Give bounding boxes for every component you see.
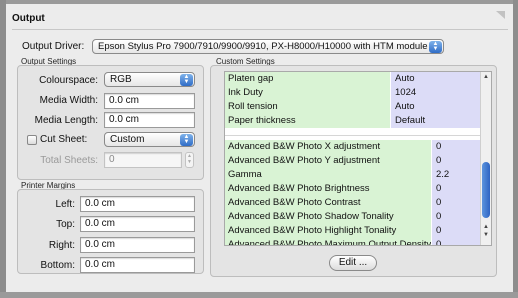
output-driver-popup[interactable]: Epson Stylus Pro 7900/7910/9900/9910, PX… <box>92 39 444 54</box>
margin-top-input[interactable]: 0.0 cm <box>80 216 195 232</box>
media-width-input[interactable]: 0.0 cm <box>104 93 195 109</box>
setting-value: 0 <box>432 182 480 196</box>
list-item[interactable]: Platen gap Auto <box>225 72 480 86</box>
setting-value: Auto <box>391 72 480 86</box>
margin-bottom-input[interactable]: 0.0 cm <box>80 257 195 273</box>
media-length-label: Media Length: <box>34 115 98 126</box>
scroll-up-top-icon[interactable]: ▲ <box>482 74 490 80</box>
collapse-corner-icon[interactable] <box>496 10 506 20</box>
colourspace-label: Colourspace: <box>39 75 98 86</box>
setting-name: Paper thickness <box>225 114 390 128</box>
list-item[interactable]: Advanced B&W Photo Y adjustment 0 <box>225 154 480 168</box>
margin-right-label: Right: <box>48 240 75 251</box>
list-divider <box>225 135 480 136</box>
setting-name: Advanced B&W Photo Maximum Output Densit… <box>225 238 431 245</box>
window-frame-right <box>513 0 518 298</box>
colourspace-value: RGB <box>110 74 132 85</box>
list-item[interactable]: Gamma 2.2 <box>225 168 480 182</box>
scroll-up-icon[interactable]: ▲ <box>482 224 490 230</box>
setting-value: 2.2 <box>432 168 480 182</box>
setting-value: 0 <box>432 210 480 224</box>
setting-name: Advanced B&W Photo Y adjustment <box>225 154 431 168</box>
list-item[interactable]: Advanced B&W Photo Shadow Tonality 0 <box>225 210 480 224</box>
popup-arrows-icon: ▲ ▼ <box>429 41 442 53</box>
cut-sheet-checkbox[interactable] <box>27 135 37 145</box>
media-width-label: Media Width: <box>39 95 98 106</box>
setting-value: Default <box>391 114 480 128</box>
margin-bottom-label: Bottom: <box>40 260 75 271</box>
setting-name: Advanced B&W Photo Highlight Tonality <box>225 224 431 238</box>
list-item[interactable]: Advanced B&W Photo Highlight Tonality 0 <box>225 224 480 238</box>
total-sheets-stepper: ▲ ▼ <box>185 152 194 168</box>
margin-top-label: Top: <box>56 219 75 230</box>
list-item[interactable]: Advanced B&W Photo X adjustment 0 <box>225 140 480 154</box>
setting-name: Advanced B&W Photo Brightness <box>225 182 431 196</box>
setting-value: 0 <box>432 196 480 210</box>
edit-button[interactable]: Edit ... <box>329 255 377 271</box>
title-divider <box>12 29 508 30</box>
total-sheets-label: Total Sheets: <box>40 155 98 166</box>
margin-left-label: Left: <box>55 199 75 210</box>
list-item[interactable]: Advanced B&W Photo Maximum Output Densit… <box>225 238 480 245</box>
setting-name: Gamma <box>225 168 431 182</box>
colourspace-popup[interactable]: RGB ▲ ▼ <box>104 72 195 87</box>
setting-name: Advanced B&W Photo Contrast <box>225 196 431 210</box>
cut-sheet-value: Custom <box>110 134 145 145</box>
list-item[interactable]: Advanced B&W Photo Brightness 0 <box>225 182 480 196</box>
list-item[interactable]: Paper thickness Default <box>225 114 480 128</box>
cut-sheet-label: Cut Sheet: <box>40 134 88 145</box>
cut-sheet-popup[interactable]: Custom ▲ ▼ <box>104 132 195 147</box>
setting-value: 0 <box>432 238 480 245</box>
setting-value: 1024 <box>391 86 480 100</box>
output-driver-value: Epson Stylus Pro 7900/7910/9900/9910, PX… <box>98 41 428 52</box>
setting-value: 0 <box>432 140 480 154</box>
panel-title: Output <box>12 13 45 24</box>
list-item[interactable]: Advanced B&W Photo Contrast 0 <box>225 196 480 210</box>
scroll-thumb[interactable] <box>482 162 490 218</box>
setting-name: Advanced B&W Photo X adjustment <box>225 140 431 154</box>
setting-name: Ink Duty <box>225 86 390 100</box>
setting-value: 0 <box>432 224 480 238</box>
setting-value: Auto <box>391 100 480 114</box>
popup-arrows-icon: ▲ ▼ <box>180 74 193 86</box>
output-driver-label: Output Driver: <box>22 41 85 52</box>
window-frame-bottom <box>0 292 518 298</box>
media-length-input[interactable]: 0.0 cm <box>104 112 195 128</box>
scroll-down-icon[interactable]: ▼ <box>482 232 490 238</box>
list-item[interactable]: Roll tension Auto <box>225 100 480 114</box>
list-scrollbar[interactable]: ▲ ▲ ▼ <box>480 72 491 245</box>
popup-arrows-icon: ▲ ▼ <box>180 134 193 146</box>
list-item[interactable]: Ink Duty 1024 <box>225 86 480 100</box>
total-sheets-input: 0 <box>104 152 182 168</box>
setting-name: Advanced B&W Photo Shadow Tonality <box>225 210 431 224</box>
setting-value: 0 <box>432 154 480 168</box>
margin-left-input[interactable]: 0.0 cm <box>80 196 195 212</box>
custom-settings-list[interactable]: Platen gap Auto Ink Duty 1024 Roll tensi… <box>224 71 492 246</box>
setting-name: Roll tension <box>225 100 390 114</box>
margin-right-input[interactable]: 0.0 cm <box>80 237 195 253</box>
setting-name: Platen gap <box>225 72 390 86</box>
